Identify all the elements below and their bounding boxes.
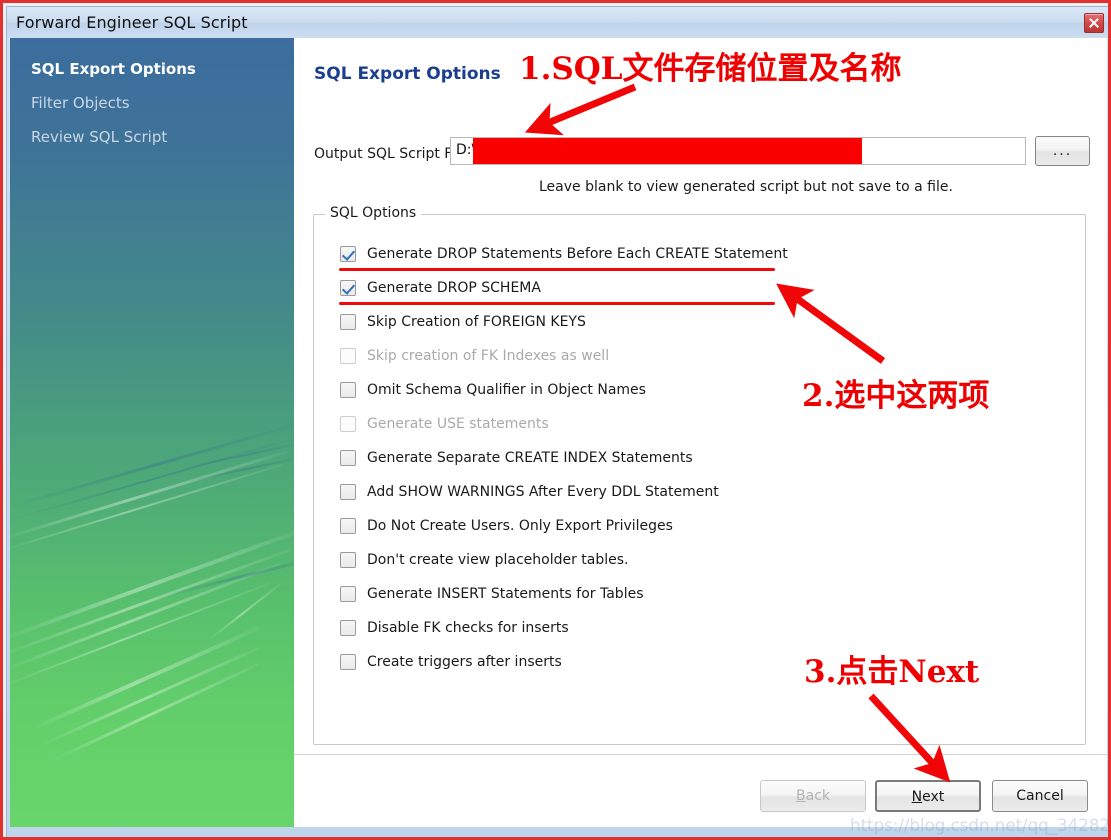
back-button[interactable]: Back xyxy=(760,780,866,812)
sidebar-streak xyxy=(10,463,283,552)
sql-option-row: Generate USE statements xyxy=(340,407,1060,441)
browse-button[interactable]: ... xyxy=(1035,136,1090,166)
sidebar-item-label: Review SQL Script xyxy=(31,128,168,146)
sidebar-streak xyxy=(149,549,294,601)
window-title: Forward Engineer SQL Script xyxy=(16,13,248,32)
sidebar-streak xyxy=(10,528,294,642)
sql-option-label: Generate DROP SCHEMA xyxy=(367,280,541,296)
sidebar-item-filter-objects[interactable]: Filter Objects xyxy=(10,86,294,120)
sql-option-label: Skip Creation of FOREIGN KEYS xyxy=(367,314,586,330)
sidebar-streak xyxy=(10,433,294,524)
sidebar-streak xyxy=(10,562,281,673)
forward-engineer-dialog-window: Forward Engineer SQL Script SQL Export O… xyxy=(0,0,1111,840)
sidebar-item-sql-export-options[interactable]: SQL Export Options xyxy=(10,52,294,86)
sql-options-legend: SQL Options xyxy=(325,205,422,221)
dialog-body: SQL Export Options Filter Objects Review… xyxy=(7,38,1108,837)
checkbox-icon[interactable] xyxy=(340,382,356,398)
close-icon[interactable] xyxy=(1084,13,1104,33)
checkbox-icon[interactable] xyxy=(340,450,356,466)
sidebar-streak xyxy=(39,646,260,747)
cancel-button[interactable]: Cancel xyxy=(992,780,1088,812)
sql-option-label: Generate DROP Statements Before Each CRE… xyxy=(367,246,788,262)
checkbox-icon[interactable] xyxy=(340,246,356,262)
sql-option-row: Skip creation of FK Indexes as well xyxy=(340,339,1060,373)
sidebar-streak xyxy=(29,626,260,732)
dialog-frame: Forward Engineer SQL Script SQL Export O… xyxy=(6,6,1108,837)
sidebar-streak xyxy=(10,548,292,657)
sql-option-row[interactable]: Generate INSERT Statements for Tables xyxy=(340,577,1060,611)
sql-option-row[interactable]: Generate DROP Statements Before Each CRE… xyxy=(340,237,1060,271)
sql-option-label: Create triggers after inserts xyxy=(367,654,562,670)
sql-option-row[interactable]: Disable FK checks for inserts xyxy=(340,611,1060,645)
wizard-sidebar: SQL Export Options Filter Objects Review… xyxy=(10,38,294,827)
sql-options-list: Generate DROP Statements Before Each CRE… xyxy=(339,237,1060,679)
sql-option-label: Add SHOW WARNINGS After Every DDL Statem… xyxy=(367,484,719,500)
sql-option-label: Skip creation of FK Indexes as well xyxy=(367,348,610,364)
checkbox-icon[interactable] xyxy=(340,654,356,670)
sidebar-streak xyxy=(10,417,294,511)
sql-option-row[interactable]: Generate Separate CREATE INDEX Statement… xyxy=(340,441,1060,475)
footer-separator xyxy=(294,754,1107,755)
output-file-label: Output SQL Script File: xyxy=(314,146,473,162)
sql-option-row[interactable]: Generate DROP SCHEMA xyxy=(340,271,1060,305)
sidebar-item-label: Filter Objects xyxy=(31,94,130,112)
sql-option-row[interactable]: Don't create view placeholder tables. xyxy=(340,543,1060,577)
sidebar-streak xyxy=(49,662,260,763)
sql-option-label: Omit Schema Qualifier in Object Names xyxy=(367,382,646,398)
output-file-input[interactable]: D:\ xyxy=(450,137,1026,165)
output-file-hint: Leave blank to view generated script but… xyxy=(539,179,953,195)
sql-option-label: Disable FK checks for inserts xyxy=(367,620,569,636)
checkbox-icon[interactable] xyxy=(340,314,356,330)
sidebar-streak xyxy=(10,582,272,688)
sql-option-label: Generate USE statements xyxy=(367,416,549,432)
checkbox-icon[interactable] xyxy=(340,620,356,636)
page-title: SQL Export Options xyxy=(314,64,501,84)
checkbox-icon[interactable] xyxy=(340,518,356,534)
checkbox-icon[interactable] xyxy=(340,280,356,296)
checkbox-icon[interactable] xyxy=(340,552,356,568)
checkbox-icon xyxy=(340,348,356,364)
site-watermark: https://blog.csdn.net/qq_34282474 xyxy=(850,816,1111,836)
sql-option-row[interactable]: Do Not Create Users. Only Export Privile… xyxy=(340,509,1060,543)
checkbox-icon xyxy=(340,416,356,432)
title-bar: Forward Engineer SQL Script xyxy=(7,7,1108,38)
sql-option-row[interactable]: Add SHOW WARNINGS After Every DDL Statem… xyxy=(340,475,1060,509)
sql-option-row[interactable]: Create triggers after inserts xyxy=(340,645,1060,679)
sql-option-label: Do Not Create Users. Only Export Privile… xyxy=(367,518,673,534)
sidebar-streak xyxy=(179,440,294,470)
sql-option-label: Don't create view placeholder tables. xyxy=(367,552,629,568)
checkbox-icon[interactable] xyxy=(340,586,356,602)
sidebar-streak xyxy=(189,455,294,482)
checkbox-icon[interactable] xyxy=(340,484,356,500)
sql-option-row[interactable]: Omit Schema Qualifier in Object Names xyxy=(340,373,1060,407)
sidebar-streak xyxy=(10,450,288,541)
wizard-step-list: SQL Export Options Filter Objects Review… xyxy=(10,38,294,154)
sidebar-item-label: SQL Export Options xyxy=(31,60,196,78)
sidebar-item-review-sql-script[interactable]: Review SQL Script xyxy=(10,120,294,154)
sql-option-row[interactable]: Skip Creation of FOREIGN KEYS xyxy=(340,305,1060,339)
next-button[interactable]: Next xyxy=(875,780,981,812)
sidebar-streak xyxy=(209,582,282,640)
sql-option-label: Generate INSERT Statements for Tables xyxy=(367,586,644,602)
content-panel: SQL Export Options Output SQL Script Fil… xyxy=(294,38,1107,827)
sql-options-groupbox: SQL Options Generate DROP Statements Bef… xyxy=(313,205,1086,745)
sql-option-label: Generate Separate CREATE INDEX Statement… xyxy=(367,450,693,466)
